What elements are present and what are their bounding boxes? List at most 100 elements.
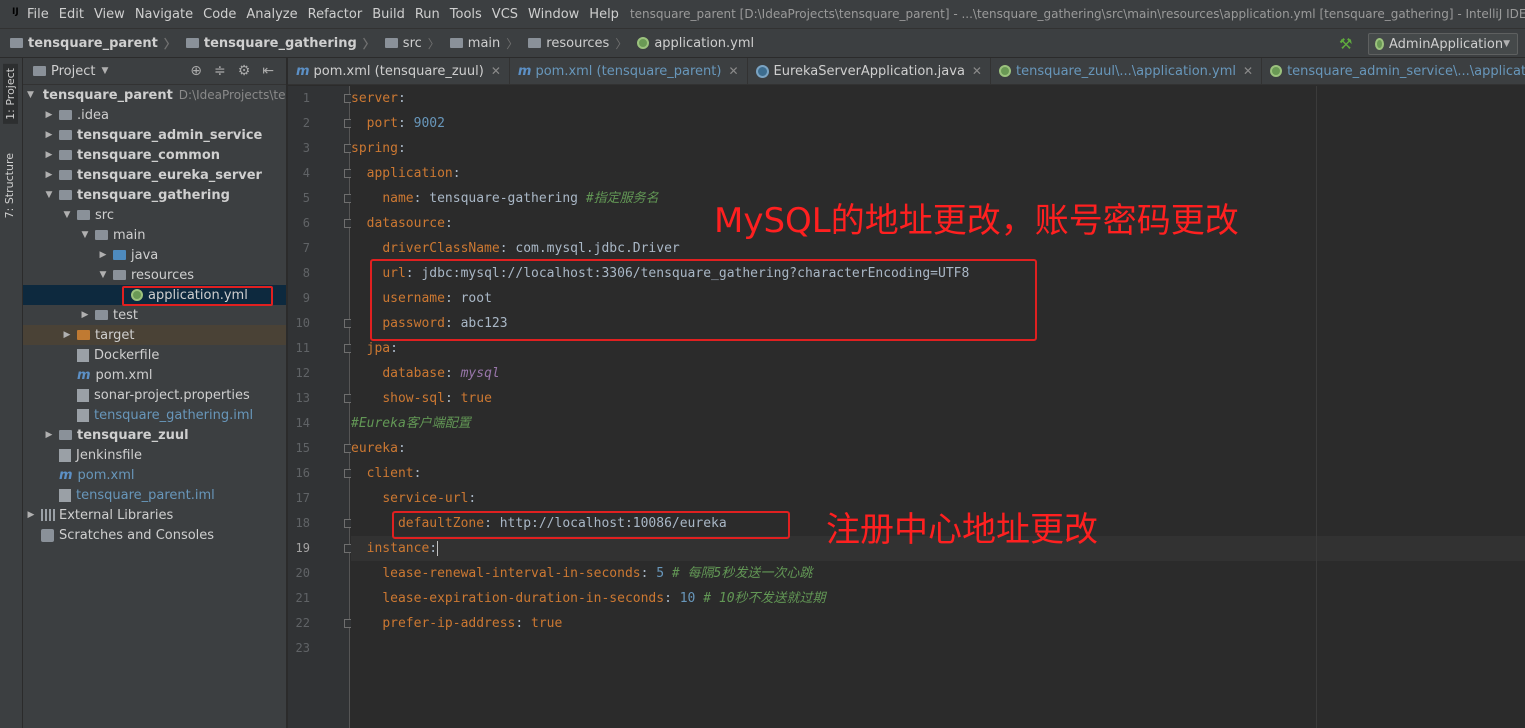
expanded-arrow-icon[interactable]: ▼	[61, 210, 73, 220]
tree-item[interactable]: ▶Scratches and Consoles	[23, 525, 286, 545]
tree-item[interactable]: ▼ tensquare_parent D:\IdeaProjects\ten	[23, 85, 286, 105]
tab-pom-zuul[interactable]: m pom.xml (tensquare_zuul) ✕	[288, 58, 510, 84]
menu-run[interactable]: Run	[410, 7, 445, 22]
tree-item[interactable]: ▶ test	[23, 305, 286, 325]
folder-icon	[449, 38, 463, 48]
breadcrumb-item[interactable]: tensquare_gathering 〉	[176, 35, 375, 52]
tree-item[interactable]: ▼ main	[23, 225, 286, 245]
breadcrumb-item[interactable]: tensquare_parent 〉	[0, 35, 176, 52]
line-number: 5	[302, 191, 310, 205]
code-line: application:	[366, 166, 461, 181]
collapsed-arrow-icon[interactable]: ▶	[97, 250, 109, 260]
menu-navigate[interactable]: Navigate	[130, 7, 198, 22]
resources-folder-icon	[528, 38, 542, 48]
expanded-arrow-icon[interactable]: ▼	[79, 230, 91, 240]
tree-item[interactable]: ▼ src	[23, 205, 286, 225]
tree-item[interactable]: ▶Jenkinsfile	[23, 445, 286, 465]
project-view-selector[interactable]: Project	[51, 64, 95, 79]
breadcrumb-item[interactable]: application.yml	[627, 36, 754, 51]
tree-item[interactable]: ▶ tensquare_zuul	[23, 425, 286, 445]
collapsed-arrow-icon[interactable]: ▶	[43, 430, 55, 440]
tab-admin-application-yml[interactable]: tensquare_admin_service\...\application.…	[1262, 58, 1525, 84]
tree-item[interactable]: ▶mpom.xml	[23, 465, 286, 485]
build-hammer-icon[interactable]: ⚒	[1339, 35, 1352, 53]
excluded-folder-icon	[77, 330, 90, 340]
file-icon	[77, 348, 89, 362]
menu-refactor[interactable]: Refactor	[303, 7, 368, 22]
maven-icon: m	[296, 63, 310, 79]
menu-code[interactable]: Code	[198, 7, 241, 22]
collapsed-arrow-icon[interactable]: ▶	[43, 130, 55, 140]
module-folder-icon	[59, 170, 72, 180]
expanded-arrow-icon[interactable]: ▼	[97, 270, 109, 280]
close-icon[interactable]: ✕	[728, 64, 738, 78]
tree-item[interactable]: ▶ target	[23, 325, 286, 345]
locate-target-icon[interactable]: ⊕	[190, 63, 202, 79]
collapsed-arrow-icon[interactable]: ▶	[25, 510, 37, 520]
tree-item[interactable]: ▶ .idea	[23, 105, 286, 125]
breadcrumb-item[interactable]: main 〉	[440, 35, 518, 52]
code-line: lease-expiration-duration-in-seconds: 10…	[382, 591, 826, 606]
tab-pom-parent[interactable]: m pom.xml (tensquare_parent) ✕	[510, 58, 748, 84]
tree-item[interactable]: ▼ tensquare_gathering	[23, 185, 286, 205]
collapsed-arrow-icon[interactable]: ▶	[43, 110, 55, 120]
collapsed-arrow-icon[interactable]: ▶	[43, 170, 55, 180]
menu-analyze[interactable]: Analyze	[241, 7, 302, 22]
resources-folder-icon	[113, 270, 126, 280]
collapsed-arrow-icon[interactable]: ▶	[43, 150, 55, 160]
spring-yml-icon	[998, 65, 1011, 77]
breadcrumb-item[interactable]: resources 〉	[518, 35, 627, 52]
tree-item[interactable]: ▶tensquare_gathering.iml	[23, 405, 286, 425]
close-icon[interactable]: ✕	[972, 64, 982, 78]
tree-item[interactable]: ▶sonar-project.properties	[23, 385, 286, 405]
file-icon	[59, 448, 71, 462]
code-line: port: 9002	[366, 116, 445, 131]
menu-build[interactable]: Build	[367, 7, 410, 22]
expanded-arrow-icon[interactable]: ▼	[27, 90, 34, 100]
tree-item[interactable]: ▶ tensquare_eureka_server	[23, 165, 286, 185]
project-tool-tab[interactable]: 1: Project	[3, 64, 18, 124]
structure-tool-tab[interactable]: 7: Structure	[3, 153, 16, 218]
collapsed-arrow-icon[interactable]: ▶	[61, 330, 73, 340]
chevron-down-icon[interactable]: ▼	[101, 66, 108, 76]
tree-item[interactable]: ▶tensquare_parent.iml	[23, 485, 286, 505]
menu-file[interactable]: File	[22, 7, 54, 22]
line-number: 13	[295, 391, 310, 405]
tree-item[interactable]: ▼ resources	[23, 265, 286, 285]
menu-vcs[interactable]: VCS	[487, 7, 523, 22]
line-number: 9	[302, 291, 310, 305]
code-editor[interactable]: server: port: 9002 spring: application: …	[351, 86, 1525, 728]
project-tree: ▼ tensquare_parent D:\IdeaProjects\ten ▶ .i…	[23, 85, 286, 545]
line-number-gutter[interactable]: 1 2 3 4 5 6 7 8 9 10 11 12 13 14 15 16 1…	[288, 86, 353, 728]
breadcrumb-item[interactable]: src 〉	[375, 35, 440, 52]
menu-edit[interactable]: Edit	[54, 7, 89, 22]
tab-eureka-server-application[interactable]: EurekaServerApplication.java ✕	[748, 58, 991, 84]
left-tool-strip: 1: Project 7: Structure	[0, 58, 23, 728]
close-icon[interactable]: ✕	[1243, 64, 1253, 78]
menu-help[interactable]: Help	[584, 7, 624, 22]
collapse-all-icon[interactable]: ≑	[214, 63, 226, 79]
code-line: show-sql: true	[382, 391, 492, 406]
tree-item[interactable]: ▶ External Libraries	[23, 505, 286, 525]
tree-item[interactable]: ▶mpom.xml	[23, 365, 286, 385]
close-icon[interactable]: ✕	[491, 64, 501, 78]
tree-item[interactable]: ▶Dockerfile	[23, 345, 286, 365]
menu-window[interactable]: Window	[523, 7, 584, 22]
menu-tools[interactable]: Tools	[445, 7, 487, 22]
tab-zuul-application-yml[interactable]: tensquare_zuul\...\application.yml ✕	[991, 58, 1263, 84]
menu-view[interactable]: View	[89, 7, 130, 22]
code-line: spring:	[351, 141, 406, 156]
run-configuration-dropdown[interactable]: AdminApplication ▼	[1368, 33, 1518, 55]
expanded-arrow-icon[interactable]: ▼	[43, 190, 55, 200]
spring-yml-icon	[637, 37, 650, 49]
settings-gear-icon[interactable]: ⚙	[238, 63, 251, 79]
right-margin-guide	[1316, 86, 1317, 728]
tree-item[interactable]: ▶ tensquare_admin_service	[23, 125, 286, 145]
highlight-box-defaultzone	[392, 511, 790, 539]
hide-panel-icon[interactable]: ⇤	[262, 63, 274, 79]
line-number: 20	[295, 566, 310, 580]
tree-item[interactable]: ▶ java	[23, 245, 286, 265]
tree-item[interactable]: ▶ tensquare_common	[23, 145, 286, 165]
spring-yml-icon	[1270, 65, 1283, 77]
collapsed-arrow-icon[interactable]: ▶	[79, 310, 91, 320]
